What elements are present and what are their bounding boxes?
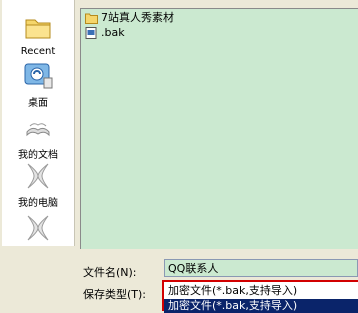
my-computer-icon xyxy=(27,163,49,189)
places-bar: Recent 桌面 我的文档 我的电脑 xyxy=(2,0,75,246)
place-my-computer[interactable]: 我的电脑 xyxy=(2,160,74,209)
desktop-icon xyxy=(24,63,53,89)
file-type-selected[interactable]: 加密文件(*.bak,支持导入) xyxy=(166,284,358,297)
file-list[interactable]: 7站真人秀素材 .bak xyxy=(80,8,358,249)
my-documents-icon xyxy=(26,123,50,137)
filename-input[interactable]: QQ联系人 xyxy=(164,259,358,277)
list-item[interactable]: .bak xyxy=(85,26,125,40)
place-label: 桌面 xyxy=(28,98,48,109)
bak-file-icon xyxy=(85,27,97,39)
place-label: Recent xyxy=(20,46,56,57)
filename-label: 文件名(N): xyxy=(83,266,137,279)
place-my-documents[interactable]: 我的文档 xyxy=(2,112,74,161)
place-network[interactable] xyxy=(2,212,74,246)
folder-icon xyxy=(85,13,98,24)
place-recent[interactable]: Recent xyxy=(2,12,74,57)
network-places-icon xyxy=(27,215,49,241)
place-label: 我的电脑 xyxy=(18,198,58,209)
place-label: 我的文档 xyxy=(18,150,58,161)
file-type-label: 保存类型(T): xyxy=(83,288,147,301)
file-name: 7站真人秀素材 xyxy=(101,11,174,24)
place-desktop[interactable]: 桌面 xyxy=(2,60,74,109)
file-name: .bak xyxy=(101,26,125,39)
file-type-dropdown[interactable]: 加密文件(*.bak,支持导入) 加密文件(*.bak,支持导入) xyxy=(162,280,358,313)
recent-folder-icon xyxy=(25,19,51,39)
list-item[interactable]: 7站真人秀素材 xyxy=(85,11,174,25)
